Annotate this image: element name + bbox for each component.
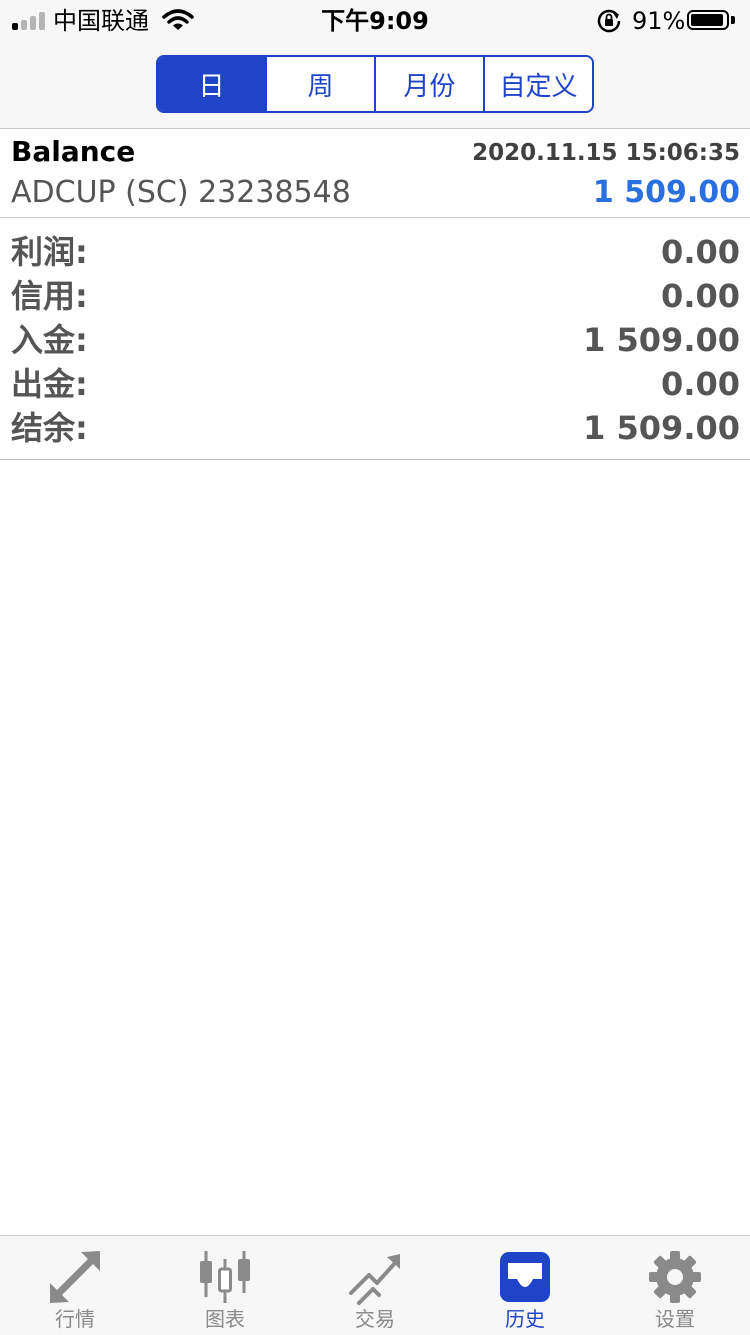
record-amount: 1 509.00 <box>592 175 740 210</box>
tab-label: 交易 <box>355 1307 395 1331</box>
summary-value: 0.00 <box>661 233 740 271</box>
gear-icon <box>649 1251 701 1303</box>
record-account: ADCUP (SC) 23238548 <box>11 175 351 210</box>
tab-label: 设置 <box>655 1307 695 1331</box>
status-bar: 中国联通 下午9:09 91% <box>0 0 750 42</box>
tab-custom[interactable]: 自定义 <box>483 57 592 111</box>
history-inbox-icon <box>500 1252 550 1302</box>
tab-quotes[interactable]: 行情 <box>0 1236 150 1335</box>
tab-settings[interactable]: 设置 <box>600 1236 750 1335</box>
period-segmented-control: 日 周 月份 自定义 <box>156 55 594 113</box>
summary-label: 出金: <box>11 365 88 403</box>
history-record[interactable]: Balance 2020.11.15 15:06:35 ADCUP (SC) 2… <box>0 129 750 218</box>
tab-label: 图表 <box>205 1307 245 1331</box>
summary-row-credit: 信用: 0.00 <box>0 272 750 316</box>
summary-panel: 利润: 0.00 信用: 0.00 入金: 1 509.00 出金: 0.00 … <box>0 218 750 460</box>
summary-value: 1 509.00 <box>583 409 740 447</box>
summary-label: 利润: <box>11 233 88 271</box>
summary-value: 0.00 <box>661 365 740 403</box>
summary-label: 入金: <box>11 321 88 359</box>
trade-trend-icon <box>349 1254 400 1305</box>
tab-history[interactable]: 历史 <box>450 1236 600 1335</box>
rotation-lock-icon <box>597 9 621 33</box>
tab-trade[interactable]: 交易 <box>300 1236 450 1335</box>
tab-month[interactable]: 月份 <box>374 57 483 111</box>
summary-row-balance: 结余: 1 509.00 <box>0 404 750 448</box>
summary-label: 信用: <box>11 277 88 315</box>
summary-label: 结余: <box>11 409 88 447</box>
candlestick-chart-icon <box>200 1251 250 1303</box>
summary-row-profit: 利润: 0.00 <box>0 228 750 272</box>
tab-label: 行情 <box>55 1307 95 1331</box>
summary-value: 1 509.00 <box>583 321 740 359</box>
tab-chart[interactable]: 图表 <box>150 1236 300 1335</box>
summary-row-withdrawal: 出金: 0.00 <box>0 360 750 404</box>
bottom-tab-bar: 行情 图表 交易 历史 设置 <box>0 1235 750 1335</box>
tab-day[interactable]: 日 <box>158 57 265 111</box>
tab-week[interactable]: 周 <box>265 57 374 111</box>
battery-icon <box>687 10 735 32</box>
period-header: 日 周 月份 自定义 <box>0 42 750 129</box>
record-type: Balance <box>11 135 136 168</box>
battery-percentage: 91% <box>632 7 686 35</box>
quotes-arrows-icon <box>50 1251 100 1303</box>
summary-row-deposit: 入金: 1 509.00 <box>0 316 750 360</box>
tab-label: 历史 <box>505 1307 545 1331</box>
summary-value: 0.00 <box>661 277 740 315</box>
record-datetime: 2020.11.15 15:06:35 <box>472 140 740 166</box>
